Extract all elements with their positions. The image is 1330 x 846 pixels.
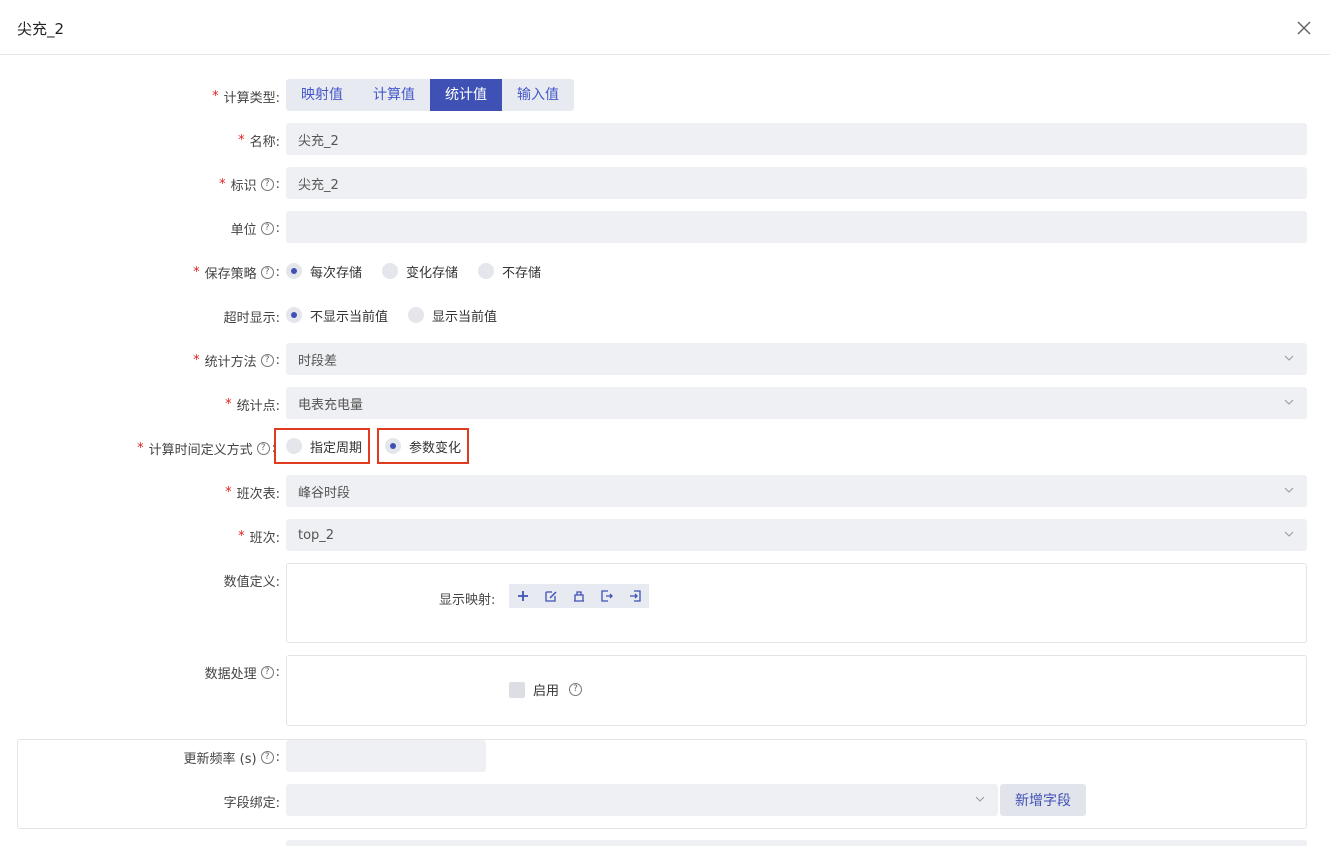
- building-icon[interactable]: [565, 584, 593, 608]
- shift-table-label: * 班次表:: [225, 485, 280, 502]
- import-icon[interactable]: [621, 584, 649, 608]
- dialog-title: 尖充_2: [17, 20, 65, 38]
- data-processing-label: 数据处理?:: [204, 665, 280, 682]
- value-def-label: 数值定义:: [223, 575, 280, 590]
- stat-point-row: * 统计点: 电表充电量: [0, 387, 1330, 419]
- shift-table-select[interactable]: 峰谷时段: [286, 475, 1307, 507]
- update-freq-row: 更新频率 (s)?:: [0, 740, 1330, 772]
- radio-dot: [478, 263, 495, 279]
- identifier-input[interactable]: 尖充_2: [286, 167, 1307, 199]
- identifier-label: * 标识?:: [219, 177, 280, 194]
- help-icon[interactable]: ?: [569, 683, 583, 696]
- chevron-down-icon: [975, 796, 985, 802]
- unit-row: 单位?:: [0, 211, 1330, 243]
- help-icon[interactable]: ?: [260, 354, 274, 367]
- radio-dot: [408, 307, 425, 323]
- name-row: * 名称: 尖充_2: [0, 123, 1330, 155]
- stat-point-select[interactable]: 电表充电量: [286, 387, 1307, 419]
- radio-show-current[interactable]: 显示当前值: [408, 306, 497, 325]
- dialog-header: 尖充_2: [0, 0, 1330, 55]
- seg-input-value[interactable]: 输入值: [502, 79, 574, 111]
- calc-type-label: * 计算类型:: [212, 89, 280, 106]
- chevron-down-icon: [1284, 399, 1294, 405]
- value-def-box: 显示映射:: [286, 563, 1307, 643]
- data-processing-row: 数据处理?: 启用 ?: [0, 655, 1330, 726]
- radio-dot: [382, 263, 399, 279]
- radio-dot: [286, 438, 302, 454]
- help-icon[interactable]: ?: [256, 442, 270, 455]
- mapping-toolbar: [509, 584, 649, 608]
- radio-dot: [385, 438, 401, 454]
- mapping-label: 显示映射:: [439, 593, 496, 608]
- radio-param-change[interactable]: 参数变化: [377, 428, 470, 464]
- calc-type-row: * 计算类型: 映射值 计算值 统计值 输入值: [0, 79, 1330, 111]
- unit-label: 单位?:: [230, 221, 280, 238]
- enable-label: 启用: [533, 684, 560, 699]
- shift-value: top_2: [298, 527, 335, 543]
- identifier-row: * 标识?: 尖充_2: [0, 167, 1330, 199]
- unit-input[interactable]: [286, 211, 1307, 243]
- add-field-button[interactable]: 新增字段: [1000, 784, 1086, 816]
- export-icon[interactable]: [593, 584, 621, 608]
- seg-computed-value[interactable]: 计算值: [358, 79, 430, 111]
- save-strategy-radios: 每次存储 变化存储 不存储: [286, 259, 561, 283]
- field-binding-row: 字段绑定:: [0, 784, 1330, 816]
- help-icon[interactable]: ?: [260, 178, 274, 191]
- shift-row: * 班次: top_2: [0, 519, 1330, 551]
- add-icon[interactable]: [509, 584, 537, 608]
- timeout-display-label: 超时显示:: [223, 311, 280, 326]
- radio-fixed-period[interactable]: 指定周期: [274, 428, 371, 464]
- data-processing-box: 启用 ?: [286, 655, 1307, 726]
- help-icon[interactable]: ?: [260, 666, 274, 679]
- radio-save-every[interactable]: 每次存储: [286, 262, 362, 281]
- save-strategy-row: * 保存策略?: 每次存储 变化存储 不存储: [0, 259, 1330, 283]
- value-def-row: 数值定义: 显示映射:: [0, 563, 1330, 643]
- radio-dot: [286, 263, 302, 279]
- radio-no-save[interactable]: 不存储: [478, 262, 541, 281]
- chevron-down-icon: [1284, 531, 1294, 537]
- seg-statistic-value[interactable]: 统计值: [430, 79, 502, 111]
- field-binding-label: 字段绑定:: [223, 796, 280, 811]
- stat-point-value: 电表充电量: [298, 397, 364, 413]
- shift-select[interactable]: top_2: [286, 519, 1307, 551]
- stat-method-select[interactable]: 时段差: [286, 343, 1307, 375]
- enable-checkbox-group[interactable]: 启用 ?: [509, 680, 583, 699]
- update-freq-label: 更新频率 (s)?:: [183, 750, 280, 767]
- stat-point-label: * 统计点:: [225, 397, 280, 414]
- radio-dot: [286, 307, 302, 323]
- shift-table-value: 峰谷时段: [298, 485, 351, 501]
- stat-method-row: * 统计方法 ?: 时段差: [0, 343, 1330, 375]
- name-label: * 名称:: [238, 133, 280, 150]
- stat-method-value: 时段差: [298, 353, 338, 369]
- chevron-down-icon: [1284, 487, 1294, 493]
- help-icon[interactable]: ?: [260, 751, 274, 764]
- help-icon[interactable]: ?: [260, 266, 274, 279]
- help-icon[interactable]: ?: [260, 222, 274, 235]
- time-def-row: * 计算时间定义方式?: 指定周期 参数变化: [0, 428, 1330, 464]
- radio-save-change[interactable]: 变化存储: [382, 262, 458, 281]
- time-def-label: * 计算时间定义方式?:: [137, 441, 276, 458]
- name-input[interactable]: 尖充_2: [286, 123, 1307, 155]
- next-field-input[interactable]: [286, 840, 1307, 846]
- edit-icon[interactable]: [537, 584, 565, 608]
- shift-label: * 班次:: [238, 529, 280, 546]
- enable-checkbox[interactable]: [509, 681, 525, 698]
- calc-type-segmented: 映射值 计算值 统计值 输入值: [286, 79, 574, 111]
- field-binding-select[interactable]: [286, 784, 998, 816]
- seg-mapping-value[interactable]: 映射值: [286, 79, 358, 111]
- stat-method-label: * 统计方法 ?:: [193, 353, 280, 370]
- save-strategy-label: * 保存策略?:: [193, 265, 280, 282]
- radio-hide-current[interactable]: 不显示当前值: [286, 306, 388, 325]
- shift-table-row: * 班次表: 峰谷时段: [0, 475, 1330, 507]
- timeout-display-row: 超时显示: 不显示当前值 显示当前值: [0, 303, 1330, 327]
- chevron-down-icon: [1284, 355, 1294, 361]
- close-icon[interactable]: [1293, 17, 1315, 39]
- timeout-display-radios: 不显示当前值 显示当前值: [286, 303, 517, 327]
- update-freq-input[interactable]: [286, 740, 486, 772]
